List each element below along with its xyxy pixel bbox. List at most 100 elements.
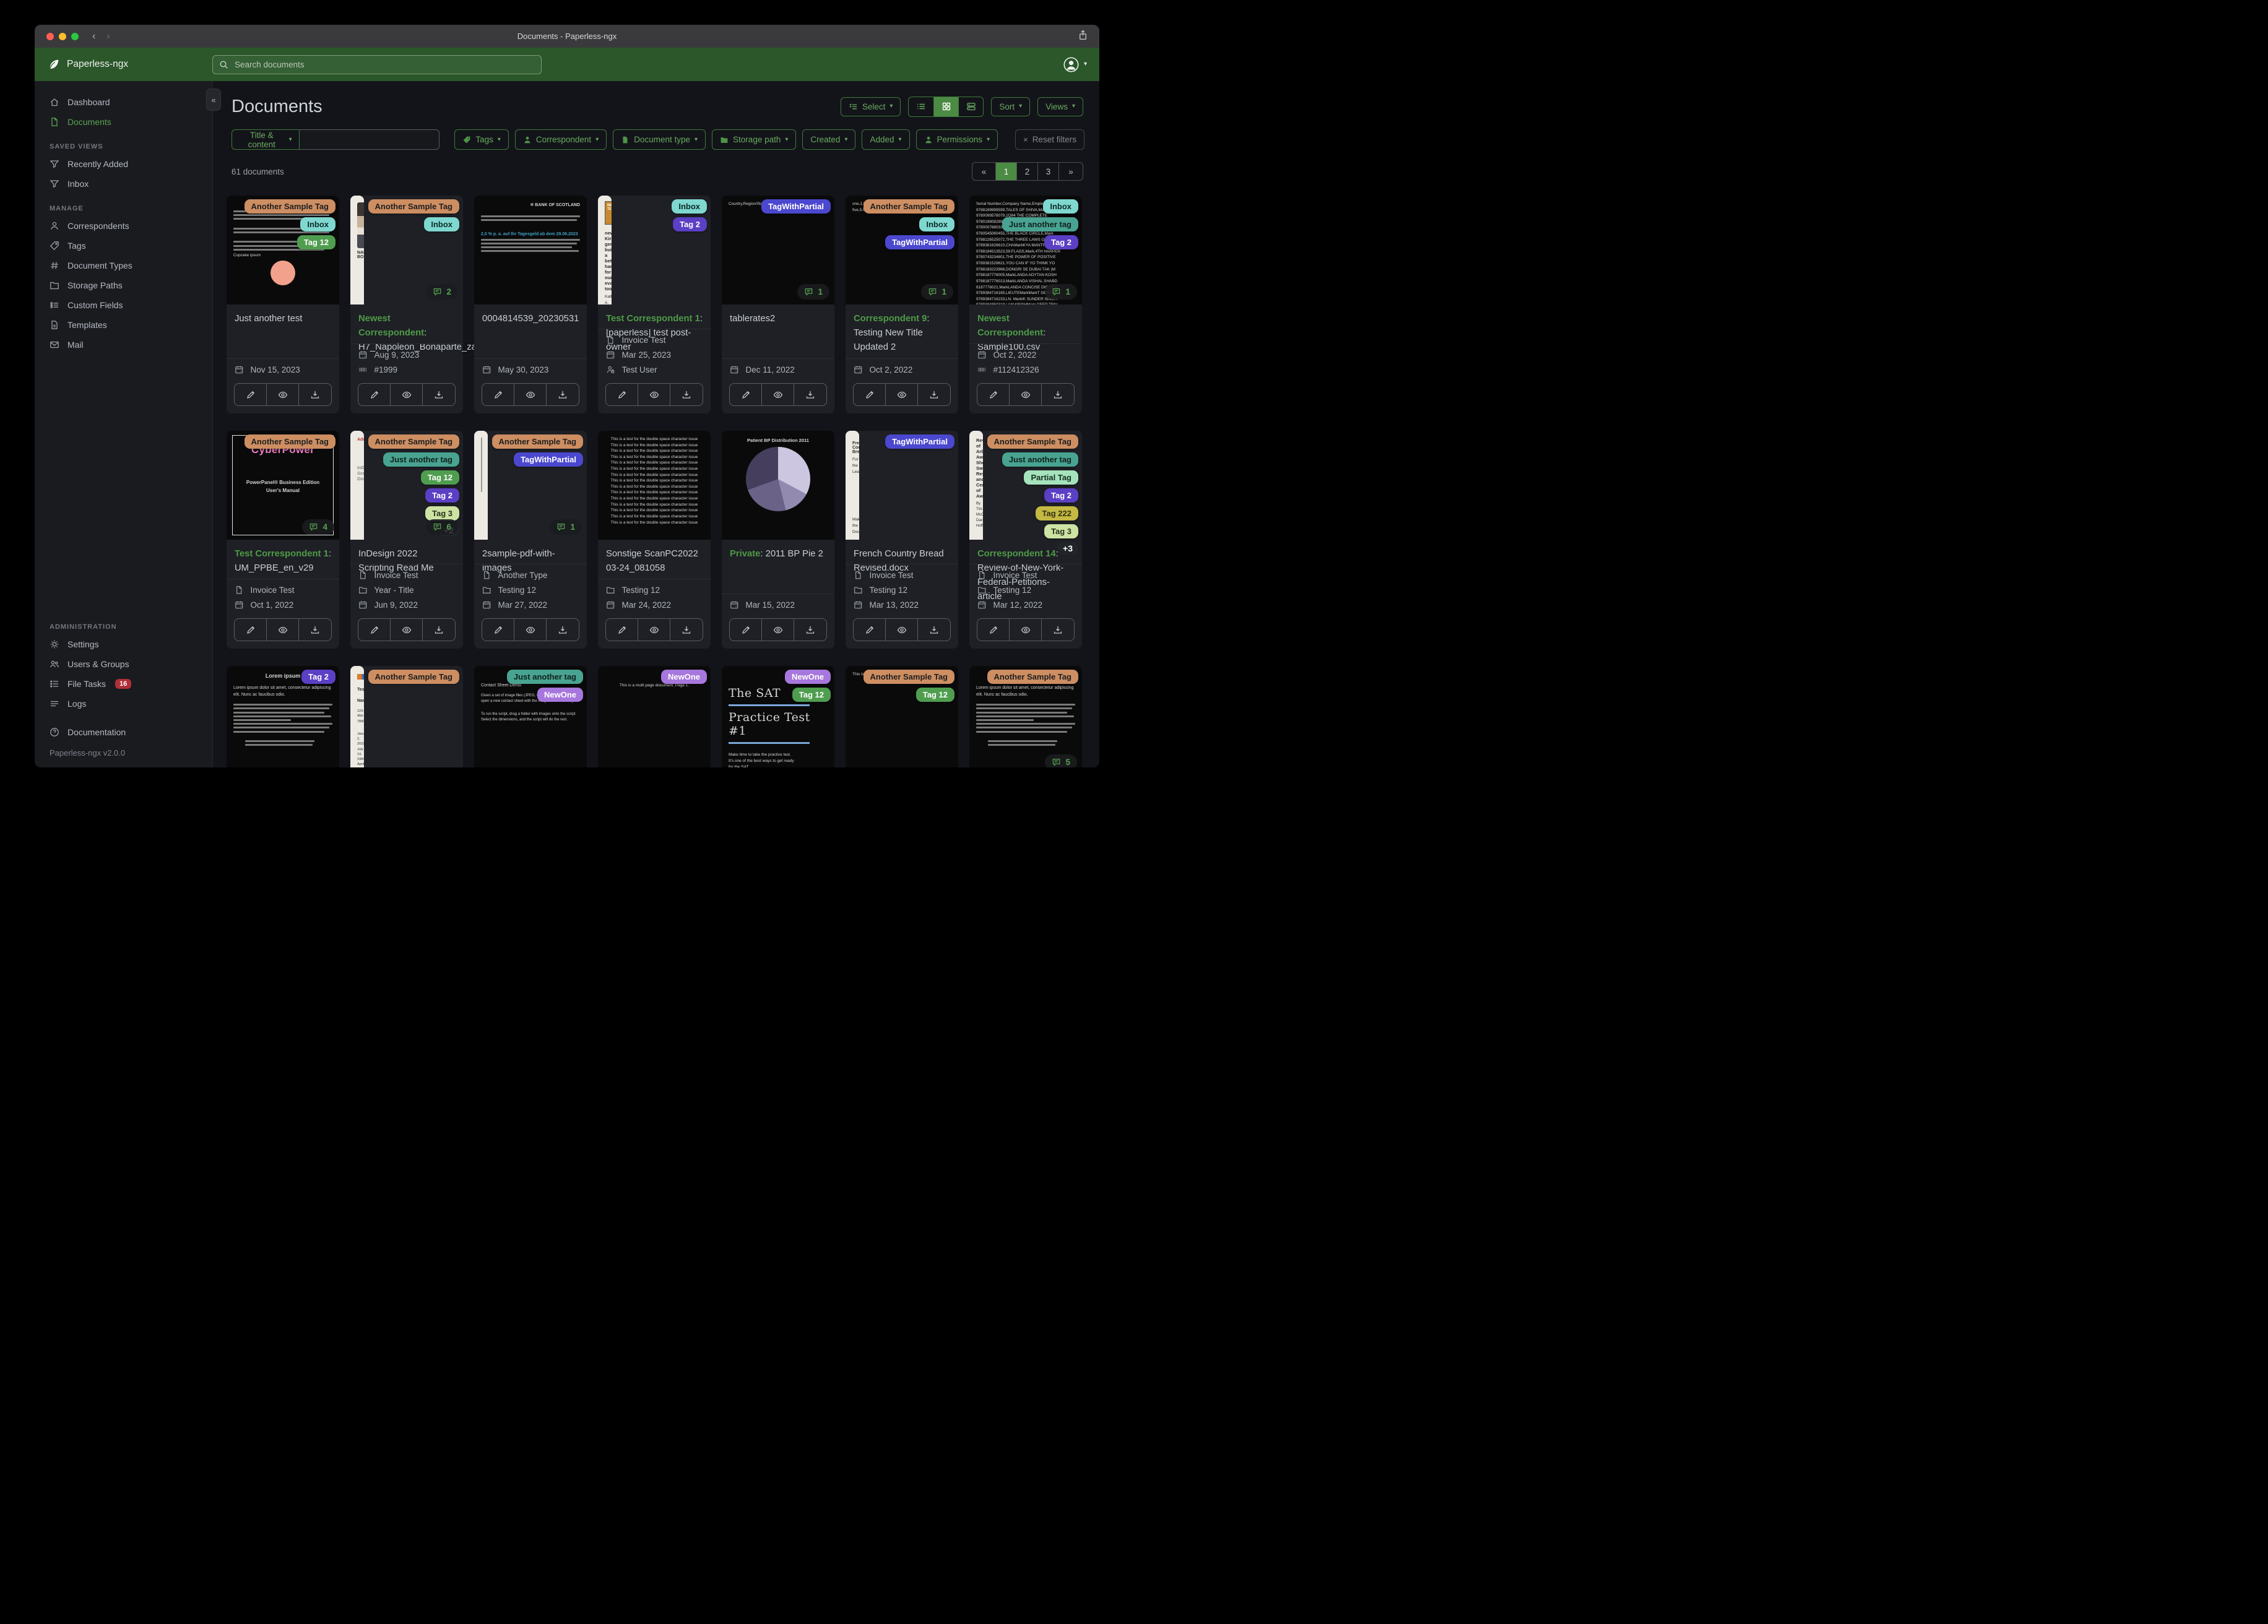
- correspondent-link[interactable]: Correspondent 9: [854, 314, 927, 324]
- detail-view-button[interactable]: [958, 97, 983, 116]
- document-thumbnail[interactable]: [474, 431, 488, 540]
- reset-filters-button[interactable]: × Reset filters: [1015, 129, 1084, 150]
- search-input[interactable]: [233, 59, 535, 70]
- tag-badge[interactable]: Tag 2: [301, 670, 335, 684]
- pagination-page-1[interactable]: 1: [996, 163, 1017, 180]
- comment-count-badge[interactable]: 1: [921, 284, 953, 300]
- sidebar-item-logs[interactable]: Logs: [35, 694, 212, 714]
- tag-badge[interactable]: Another Sample Tag: [368, 199, 459, 214]
- tag-badge[interactable]: Tag 222: [1035, 506, 1078, 520]
- sidebar-item-document-types[interactable]: Document Types: [35, 256, 212, 275]
- sidebar-item-settings[interactable]: Settings: [35, 634, 212, 654]
- document-title[interactable]: Private: 2011 BP Pie 2: [730, 547, 826, 561]
- edit-button[interactable]: [482, 384, 514, 405]
- download-button[interactable]: [547, 619, 579, 641]
- filter-added-button[interactable]: Added ▾: [862, 129, 910, 150]
- sidebar-item-inbox[interactable]: Inbox: [35, 174, 212, 194]
- correspondent-link[interactable]: Test Correspondent 1: [235, 549, 329, 559]
- download-button[interactable]: [547, 384, 579, 405]
- view-button[interactable]: [638, 384, 670, 405]
- minimize-window-button[interactable]: [59, 32, 66, 40]
- comment-count-badge[interactable]: 4: [302, 519, 334, 535]
- comment-count-badge[interactable]: 6: [426, 519, 458, 535]
- edit-button[interactable]: [358, 619, 391, 641]
- edit-button[interactable]: [235, 619, 267, 641]
- comment-count-badge[interactable]: 1: [797, 284, 829, 300]
- comment-count-badge[interactable]: 2: [426, 284, 458, 300]
- tag-badge[interactable]: Tag 2: [1044, 235, 1078, 249]
- zoom-window-button[interactable]: [71, 32, 79, 40]
- document-thumbnail[interactable]: French Country BreadFor the LeavenMake t…: [846, 431, 859, 540]
- tag-badge[interactable]: NewOne: [784, 670, 831, 684]
- sidebar-item-recently-added[interactable]: Recently Added: [35, 154, 212, 174]
- view-button[interactable]: [267, 384, 299, 405]
- tag-badge[interactable]: Another Sample Tag: [368, 434, 459, 449]
- document-thumbnail[interactable]: Test Name123-456-7890January 2, 2022 Jul…: [350, 666, 364, 767]
- tag-badge[interactable]: Another Sample Tag: [244, 199, 335, 214]
- download-button[interactable]: [794, 619, 826, 641]
- edit-button[interactable]: [977, 619, 1010, 641]
- sidebar-item-documentation[interactable]: Documentation: [35, 722, 212, 742]
- sidebar-item-documents[interactable]: Documents: [35, 112, 212, 132]
- filter-correspondent-button[interactable]: Correspondent ▾: [514, 129, 607, 150]
- sidebar-item-mail[interactable]: Mail: [35, 335, 212, 355]
- view-button[interactable]: [762, 384, 794, 405]
- correspondent-link[interactable]: Private: [730, 549, 760, 559]
- tag-badge[interactable]: Inbox: [1043, 199, 1078, 214]
- tag-badge[interactable]: Inbox: [919, 217, 954, 231]
- tag-badge[interactable]: Tag 2: [425, 488, 459, 503]
- tag-badge[interactable]: Another Sample Tag: [244, 434, 335, 449]
- filter-document-type-button[interactable]: Document type ▾: [613, 129, 706, 150]
- list-view-button[interactable]: [909, 97, 933, 116]
- document-title[interactable]: Just another test: [235, 312, 331, 326]
- collapse-sidebar-button[interactable]: «: [206, 89, 221, 111]
- document-thumbnail[interactable]: MEDICAL TEACHERMedical TeacherHas the ne…: [598, 196, 612, 304]
- filter-permissions-button[interactable]: Permissions ▾: [915, 129, 998, 150]
- document-thumbnail[interactable]: Review of Arbitral Awards Shows Swift Re…: [969, 431, 983, 540]
- brand[interactable]: Paperless-ngx: [47, 58, 212, 71]
- close-window-button[interactable]: [46, 32, 54, 40]
- edit-button[interactable]: [730, 619, 762, 641]
- download-button[interactable]: [1042, 619, 1074, 641]
- tag-badge[interactable]: NewOne: [660, 670, 707, 684]
- tag-badge[interactable]: Inbox: [672, 199, 707, 214]
- view-button[interactable]: [514, 619, 547, 641]
- tag-badge[interactable]: Tag 12: [915, 688, 954, 702]
- edit-button[interactable]: [730, 384, 762, 405]
- edit-button[interactable]: [235, 384, 267, 405]
- comment-count-badge[interactable]: 1: [550, 519, 582, 535]
- sidebar-item-tags[interactable]: Tags: [35, 236, 212, 256]
- filter-tags-button[interactable]: Tags ▾: [454, 129, 509, 150]
- filter-created-button[interactable]: Created ▾: [802, 129, 856, 150]
- edit-button[interactable]: [482, 619, 514, 641]
- grid-view-button[interactable]: [933, 97, 959, 116]
- tag-badge[interactable]: Another Sample Tag: [987, 670, 1078, 684]
- sidebar-item-file-tasks[interactable]: File Tasks 16: [35, 674, 212, 694]
- tag-badge[interactable]: Tag 3: [1044, 524, 1078, 538]
- sidebar-item-users-groups[interactable]: Users & Groups: [35, 654, 212, 674]
- share-icon[interactable]: [1078, 30, 1088, 43]
- tag-badge[interactable]: Tag 2: [673, 217, 707, 231]
- forward-icon[interactable]: ›: [106, 31, 110, 42]
- title-content-dropdown[interactable]: Title & content ▾: [232, 129, 300, 150]
- tag-badge[interactable]: Just another tag: [383, 452, 459, 467]
- search-box[interactable]: [212, 54, 542, 74]
- tag-badge[interactable]: TagWithPartial: [885, 235, 954, 249]
- download-button[interactable]: [670, 619, 703, 641]
- edit-button[interactable]: [854, 619, 886, 641]
- view-button[interactable]: [391, 619, 423, 641]
- tag-badge[interactable]: Inbox: [300, 217, 335, 231]
- view-button[interactable]: [762, 619, 794, 641]
- pagination-page-2[interactable]: 2: [1017, 163, 1038, 180]
- tag-badge[interactable]: Just another tag: [1002, 452, 1078, 467]
- tag-badge[interactable]: Tag 3: [425, 506, 459, 520]
- view-button[interactable]: [886, 384, 918, 405]
- download-button[interactable]: [794, 384, 826, 405]
- pagination-page-3[interactable]: 3: [1038, 163, 1059, 180]
- tag-badge[interactable]: TagWithPartial: [514, 452, 583, 467]
- view-button[interactable]: [886, 619, 918, 641]
- pagination-prev[interactable]: «: [972, 163, 996, 180]
- tag-badge[interactable]: Inbox: [424, 217, 459, 231]
- document-title[interactable]: Test Correspondent 1: UM_PPBE_en_v29: [235, 547, 331, 576]
- sidebar-item-correspondents[interactable]: Correspondents: [35, 216, 212, 236]
